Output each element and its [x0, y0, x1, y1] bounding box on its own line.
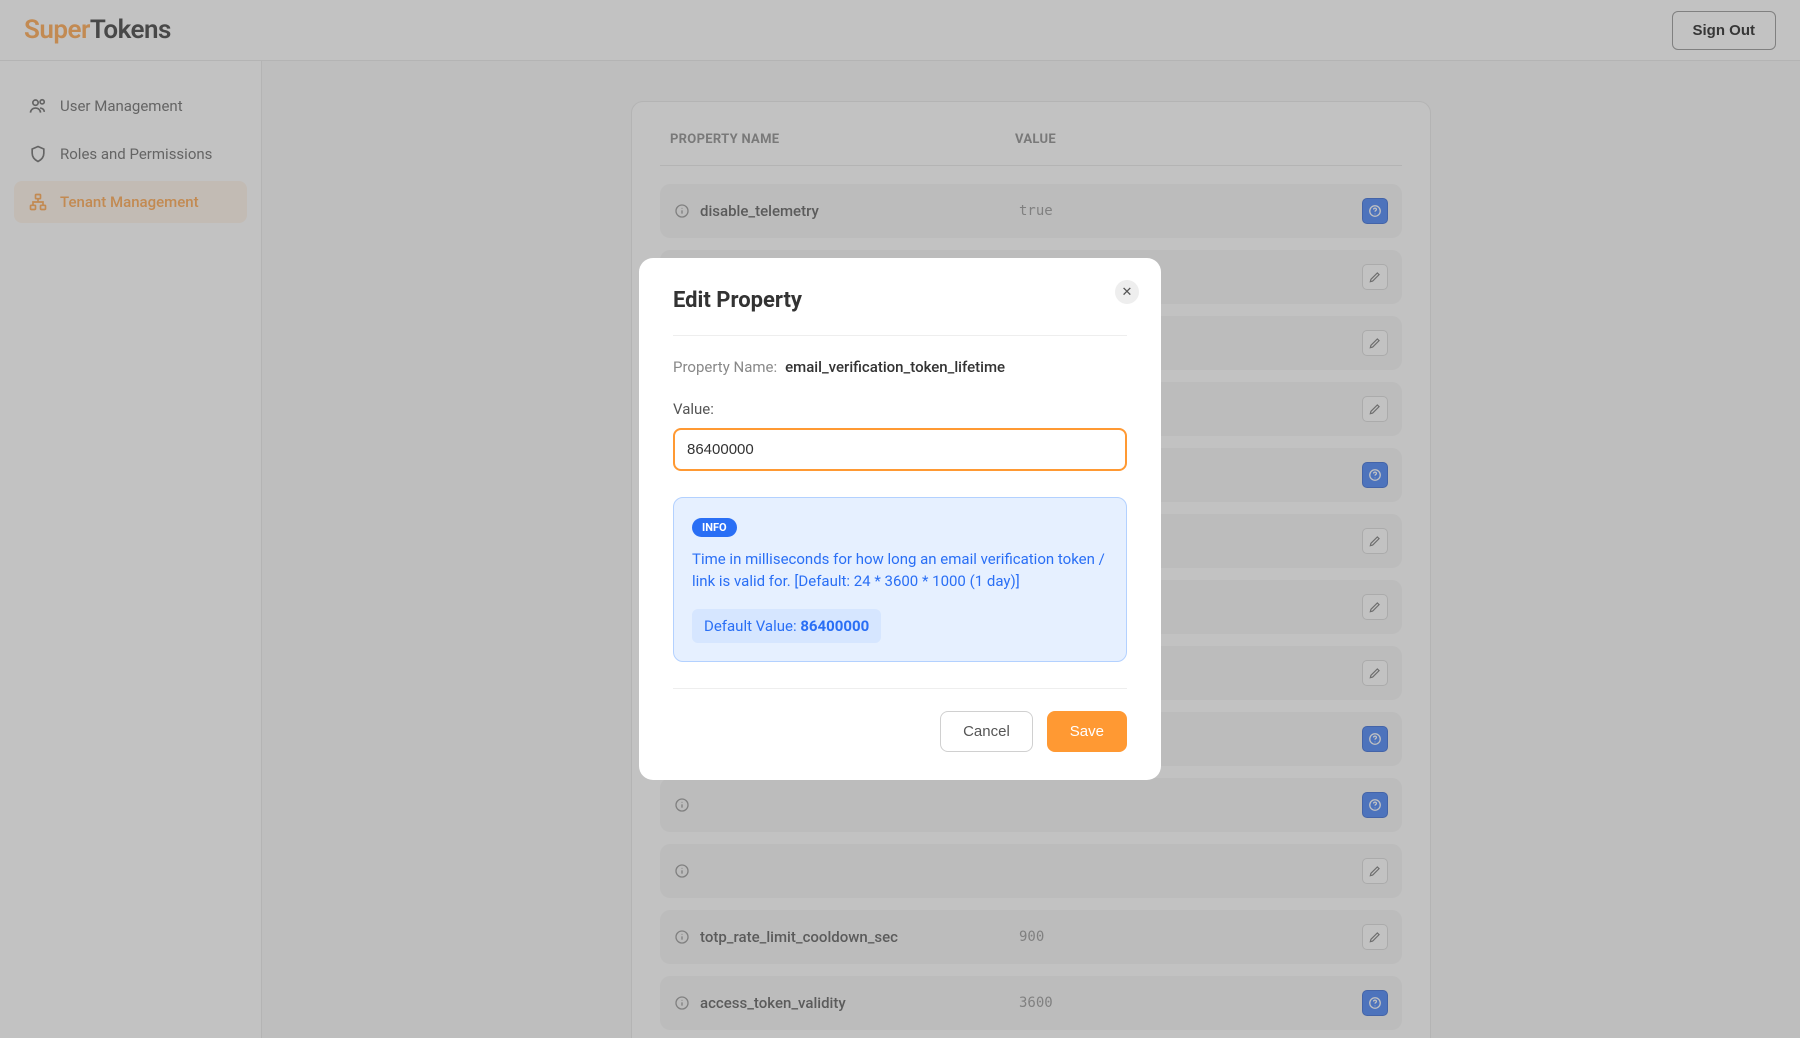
modal-overlay: ✕ Edit Property Property Name: email_ver… [0, 0, 1800, 1038]
property-name-value: email_verification_token_lifetime [785, 358, 1005, 376]
property-name-row: Property Name: email_verification_token_… [673, 358, 1127, 376]
save-button[interactable]: Save [1047, 711, 1127, 752]
modal-title: Edit Property [673, 288, 1127, 313]
modal-footer: Cancel Save [673, 688, 1127, 752]
info-text: Time in milliseconds for how long an ema… [692, 549, 1108, 593]
edit-property-modal: ✕ Edit Property Property Name: email_ver… [639, 258, 1161, 780]
value-label: Value: [673, 400, 1127, 418]
default-value-box: Default Value: 86400000 [692, 609, 881, 643]
info-badge: INFO [692, 518, 737, 537]
property-name-label: Property Name: [673, 358, 777, 376]
default-value: 86400000 [800, 617, 869, 635]
divider [673, 335, 1127, 336]
value-input[interactable] [673, 428, 1127, 471]
info-box: INFO Time in milliseconds for how long a… [673, 497, 1127, 662]
default-value-label: Default Value: [704, 617, 800, 635]
close-icon[interactable]: ✕ [1115, 280, 1139, 304]
cancel-button[interactable]: Cancel [940, 711, 1033, 752]
